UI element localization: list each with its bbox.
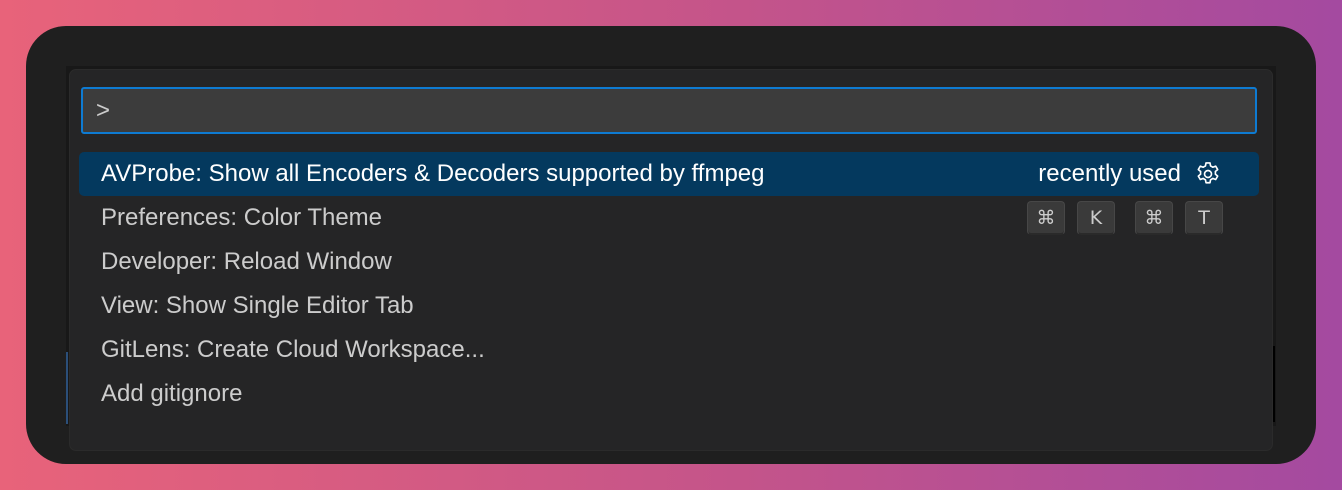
command-item-add-gitignore[interactable]: Add gitignore — [79, 372, 1259, 416]
app-window: AVProbe: Show all Encoders & Decoders su… — [26, 26, 1316, 464]
gear-icon[interactable] — [1193, 159, 1223, 189]
command-item-detail-group: recently used — [1038, 159, 1223, 189]
command-item-color-theme[interactable]: Preferences: Color Theme ⌘ K ⌘ T — [79, 196, 1259, 240]
key-command: ⌘ — [1027, 201, 1065, 235]
key-k: K — [1077, 201, 1115, 235]
command-search-box[interactable] — [81, 87, 1257, 134]
command-item-label: Preferences: Color Theme — [101, 204, 383, 231]
key-t: T — [1185, 201, 1223, 235]
keybinding: ⌘ K ⌘ T — [1027, 201, 1223, 235]
command-list: AVProbe: Show all Encoders & Decoders su… — [79, 152, 1259, 416]
command-item-cloud-workspace[interactable]: GitLens: Create Cloud Workspace... — [79, 328, 1259, 372]
key-command: ⌘ — [1135, 201, 1173, 235]
command-item-reload-window[interactable]: Developer: Reload Window — [79, 240, 1259, 284]
command-item-single-editor-tab[interactable]: View: Show Single Editor Tab — [79, 284, 1259, 328]
command-item-avprobe[interactable]: AVProbe: Show all Encoders & Decoders su… — [79, 152, 1259, 196]
command-search-input[interactable] — [96, 96, 1255, 125]
recently-used-label: recently used — [1038, 160, 1181, 187]
keybinding-chord-2: ⌘ T — [1135, 201, 1223, 235]
command-palette: AVProbe: Show all Encoders & Decoders su… — [70, 70, 1272, 450]
command-item-label: Add gitignore — [101, 380, 243, 407]
keybinding-chord-1: ⌘ K — [1027, 201, 1115, 235]
command-item-label: GitLens: Create Cloud Workspace... — [101, 336, 485, 363]
command-item-label: Developer: Reload Window — [101, 248, 392, 275]
command-item-label: View: Show Single Editor Tab — [101, 292, 414, 319]
editor-edge-right — [1272, 346, 1275, 422]
editor-edge-left — [66, 352, 68, 424]
command-item-label: AVProbe: Show all Encoders & Decoders su… — [101, 160, 765, 187]
